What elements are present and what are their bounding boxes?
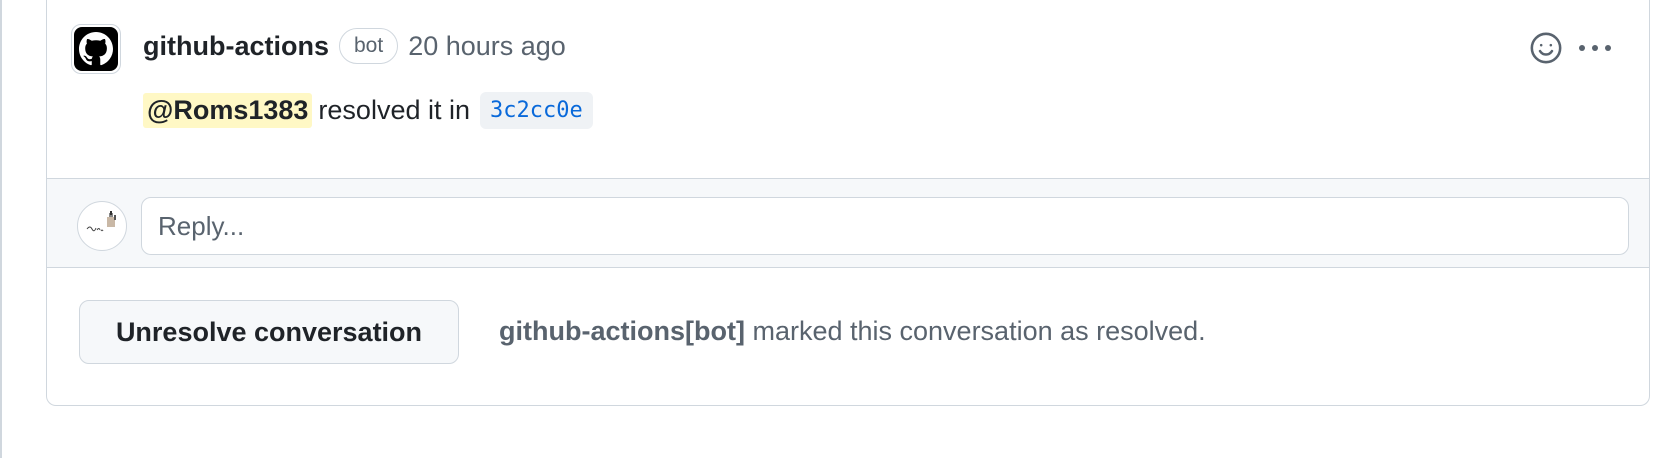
user-mention[interactable]: @Roms1383 (143, 92, 313, 128)
kebab-horizontal-icon[interactable] (1577, 43, 1613, 53)
resolved-message: marked this conversation as resolved. (752, 316, 1206, 346)
author-name[interactable]: github-actions (143, 31, 329, 62)
comment-actions (1529, 28, 1613, 68)
review-thread: github-actions bot 20 hours ago @Roms138… (46, 0, 1650, 406)
timeline-rail (0, 0, 2, 458)
github-mark-icon (74, 27, 118, 71)
author-avatar[interactable] (71, 24, 121, 74)
reply-bar (47, 178, 1649, 268)
user-avatar[interactable] (77, 201, 127, 251)
comment-body-text: resolved it in (318, 94, 470, 125)
resolved-actor[interactable]: github-actions[bot] (499, 316, 745, 346)
unresolve-conversation-button[interactable]: Unresolve conversation (79, 300, 459, 364)
resolved-status-text: github-actions[bot] marked this conversa… (499, 316, 1206, 347)
add-reaction-smiley-icon[interactable] (1529, 31, 1563, 65)
comment-timestamp[interactable]: 20 hours ago (408, 31, 566, 62)
comment-header: github-actions bot 20 hours ago (143, 26, 566, 66)
comment-body: @Roms1383 resolved it in 3c2cc0e (143, 90, 593, 130)
thread-comment: github-actions bot 20 hours ago @Roms138… (47, 0, 1649, 180)
bot-badge: bot (338, 28, 399, 64)
reply-input[interactable] (141, 197, 1629, 255)
resolution-footer: Unresolve conversation github-actions[bo… (47, 298, 1649, 368)
commit-link[interactable]: 3c2cc0e (480, 91, 593, 129)
